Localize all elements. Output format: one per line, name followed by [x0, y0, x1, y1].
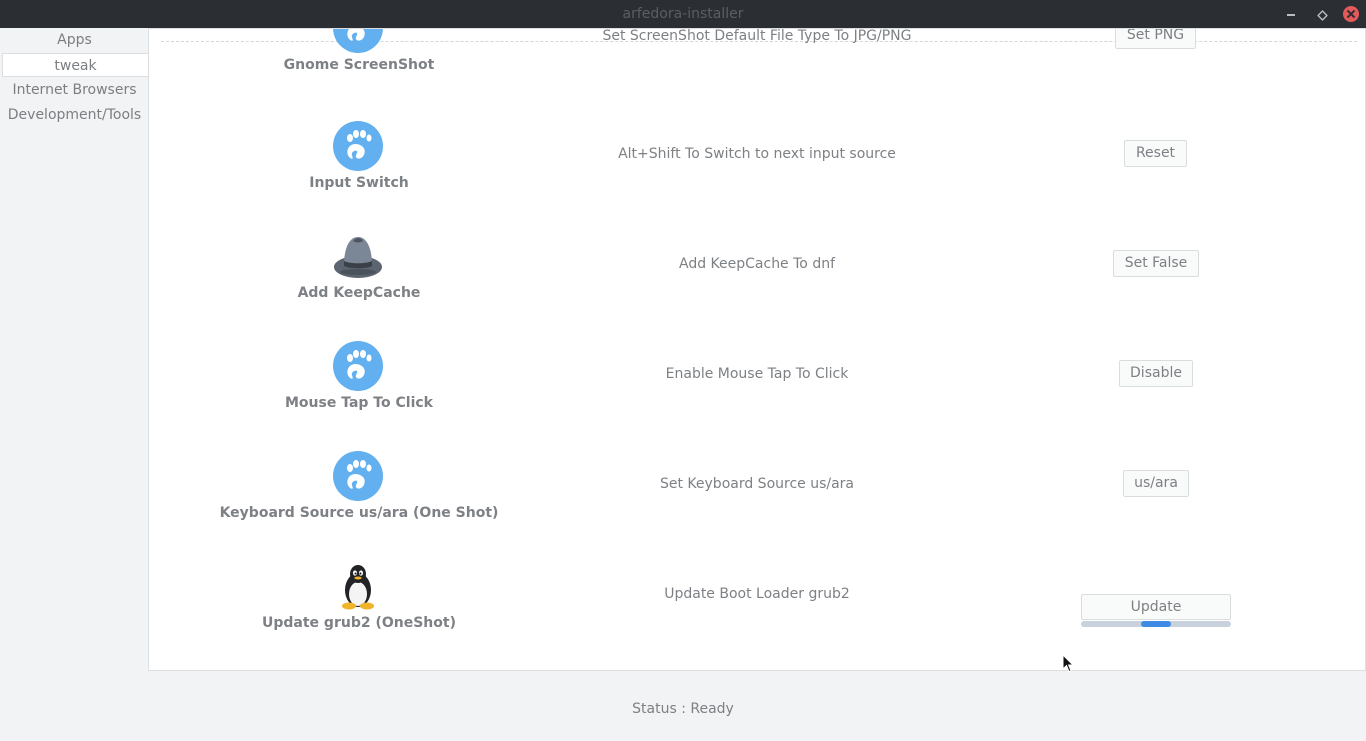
- tweak-name: Update grub2 (OneShot): [262, 615, 456, 631]
- gnome-foot-icon: [333, 451, 383, 501]
- set-false-button[interactable]: Set False: [1113, 250, 1199, 277]
- fedora-hat-icon: [334, 237, 382, 278]
- tweak-row: Update grub2 (OneShot) Update Boot Loade…: [149, 561, 1365, 670]
- tweak-name: Mouse Tap To Click: [285, 395, 433, 411]
- reset-button[interactable]: Reset: [1124, 140, 1187, 167]
- gnome-foot-icon: [333, 121, 383, 171]
- tweak-name: Input Switch: [309, 175, 409, 191]
- progress-pulse: [1141, 621, 1171, 627]
- sidebar-item-internet-browsers[interactable]: Internet Browsers: [0, 78, 149, 102]
- us-ara-button[interactable]: us/ara: [1123, 470, 1189, 497]
- disable-button[interactable]: Disable: [1119, 360, 1193, 387]
- tweak-list[interactable]: Gnome ScreenShot Set ScreenShot Default …: [148, 28, 1366, 671]
- tweak-description: Enable Mouse Tap To Click: [665, 366, 849, 382]
- tweak-description: Set ScreenShot Default File Type To JPG/…: [602, 28, 912, 44]
- mouse-cursor-icon: [1062, 654, 1074, 673]
- status-label: Status : Ready: [632, 701, 734, 717]
- tweak-row: Mouse Tap To Click Enable Mouse Tap To C…: [149, 341, 1365, 451]
- tweak-row: Add KeepCache Add KeepCache To dnf Set F…: [149, 231, 1365, 341]
- tweak-description: Update Boot Loader grub2: [664, 586, 850, 602]
- tweak-name: Keyboard Source us/ara (One Shot): [219, 505, 499, 521]
- gnome-foot-icon: [333, 29, 383, 53]
- close-icon[interactable]: [1343, 6, 1359, 22]
- sidebar: Apps tweak Internet Browsers Development…: [0, 28, 149, 670]
- minimize-icon[interactable]: [1283, 6, 1299, 22]
- tweak-name: Gnome ScreenShot: [283, 57, 435, 73]
- tweak-name: Add KeepCache: [297, 285, 421, 301]
- tweak-description: Add KeepCache To dnf: [678, 256, 836, 272]
- update-button[interactable]: Update: [1081, 594, 1231, 620]
- sidebar-item-tweak[interactable]: tweak: [2, 53, 149, 77]
- tweak-description: Set Keyboard Source us/ara: [659, 476, 855, 492]
- window-title: arfedora-installer: [622, 6, 744, 22]
- maximize-icon[interactable]: [1313, 6, 1329, 22]
- tweak-row: Gnome ScreenShot Set ScreenShot Default …: [149, 28, 1365, 113]
- update-progress-bar: [1081, 621, 1231, 627]
- sidebar-item-apps[interactable]: Apps: [0, 28, 149, 52]
- sidebar-item-development-tools[interactable]: Development/Tools: [0, 103, 149, 127]
- tweak-row: Keyboard Source us/ara (One Shot) Set Ke…: [149, 451, 1365, 561]
- set-png-button[interactable]: Set PNG: [1115, 29, 1196, 49]
- tux-penguin-icon: [342, 565, 374, 610]
- gnome-foot-icon: [333, 341, 383, 391]
- tweak-row: Input Switch Alt+Shift To Switch to next…: [149, 121, 1365, 231]
- titlebar: arfedora-installer: [0, 0, 1366, 28]
- tweak-description: Alt+Shift To Switch to next input source: [618, 146, 896, 162]
